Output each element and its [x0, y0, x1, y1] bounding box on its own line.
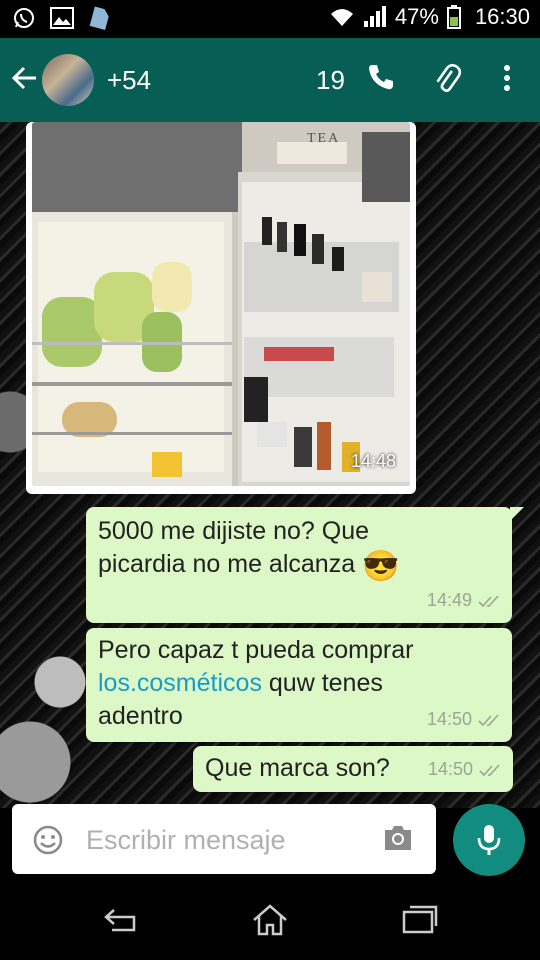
message-time: 14:48: [350, 451, 396, 471]
microphone-icon: [477, 825, 501, 855]
whatsapp-icon: [14, 8, 34, 28]
message-text: 5000 me dijiste no? Que: [98, 517, 370, 545]
sim-card-icon: [89, 6, 109, 30]
message-composer: [12, 804, 436, 874]
emoji-icon[interactable]: [32, 824, 64, 856]
sunglasses-emoji-icon: 😎: [362, 550, 400, 583]
message-time: 14:49: [426, 590, 472, 610]
battery-icon: [446, 5, 461, 29]
recent-apps-icon[interactable]: [402, 904, 438, 934]
clock: 16:30: [474, 4, 530, 29]
bubble-tail: [510, 507, 524, 521]
status-bar: 47% 16:30: [0, 0, 540, 38]
camera-icon[interactable]: [382, 824, 414, 852]
message-text: adentro: [98, 702, 183, 730]
tea-label: TEA: [307, 131, 341, 146]
contact-name[interactable]: +54: [107, 65, 151, 96]
system-status: 47% 16:30: [329, 4, 530, 30]
message-bubble[interactable]: Pero capaz t pueda comprar los.cosmético…: [86, 628, 512, 742]
notification-icons: [12, 6, 110, 30]
signal-icon: [363, 6, 386, 27]
contact-avatar[interactable]: [42, 54, 94, 106]
system-nav-bar: [0, 880, 540, 960]
back-arrow-icon[interactable]: [10, 64, 38, 92]
wifi-icon: [330, 9, 353, 26]
message-text: Que marca son?: [205, 754, 390, 782]
attach-icon[interactable]: [431, 62, 463, 94]
message-time: 14:50: [426, 709, 472, 729]
battery-percent: 47%: [394, 4, 439, 29]
message-time: 14:50: [427, 759, 473, 779]
chat-area[interactable]: TEA 14:48 5000 me dijiste no? Que picard…: [0, 122, 540, 808]
message-input[interactable]: [84, 820, 378, 860]
message-link[interactable]: los.cosméticos: [98, 669, 262, 697]
message-text: quw tenes: [261, 669, 383, 697]
message-text: Pero capaz t pueda comprar: [98, 636, 414, 664]
message-bubble[interactable]: Que marca son? 14:50: [193, 746, 513, 792]
fridge-photo[interactable]: TEA 14:48: [32, 122, 410, 486]
image-message[interactable]: TEA 14:48: [26, 122, 416, 494]
voice-record-button[interactable]: [453, 804, 525, 876]
double-check-icon: [479, 763, 500, 776]
double-check-icon: [478, 594, 499, 607]
back-nav-icon[interactable]: [100, 904, 140, 934]
gallery-icon: [50, 7, 74, 29]
home-nav-icon[interactable]: [252, 904, 288, 936]
double-check-icon: [478, 713, 499, 726]
chat-header: +54 19: [0, 38, 540, 122]
more-options-icon[interactable]: [500, 62, 514, 94]
phone-icon[interactable]: [366, 62, 396, 92]
message-text: picardia no me alcanza: [98, 550, 356, 578]
message-bubble[interactable]: 5000 me dijiste no? Que picardia no me a…: [86, 507, 524, 623]
unread-count: 19: [316, 65, 345, 95]
